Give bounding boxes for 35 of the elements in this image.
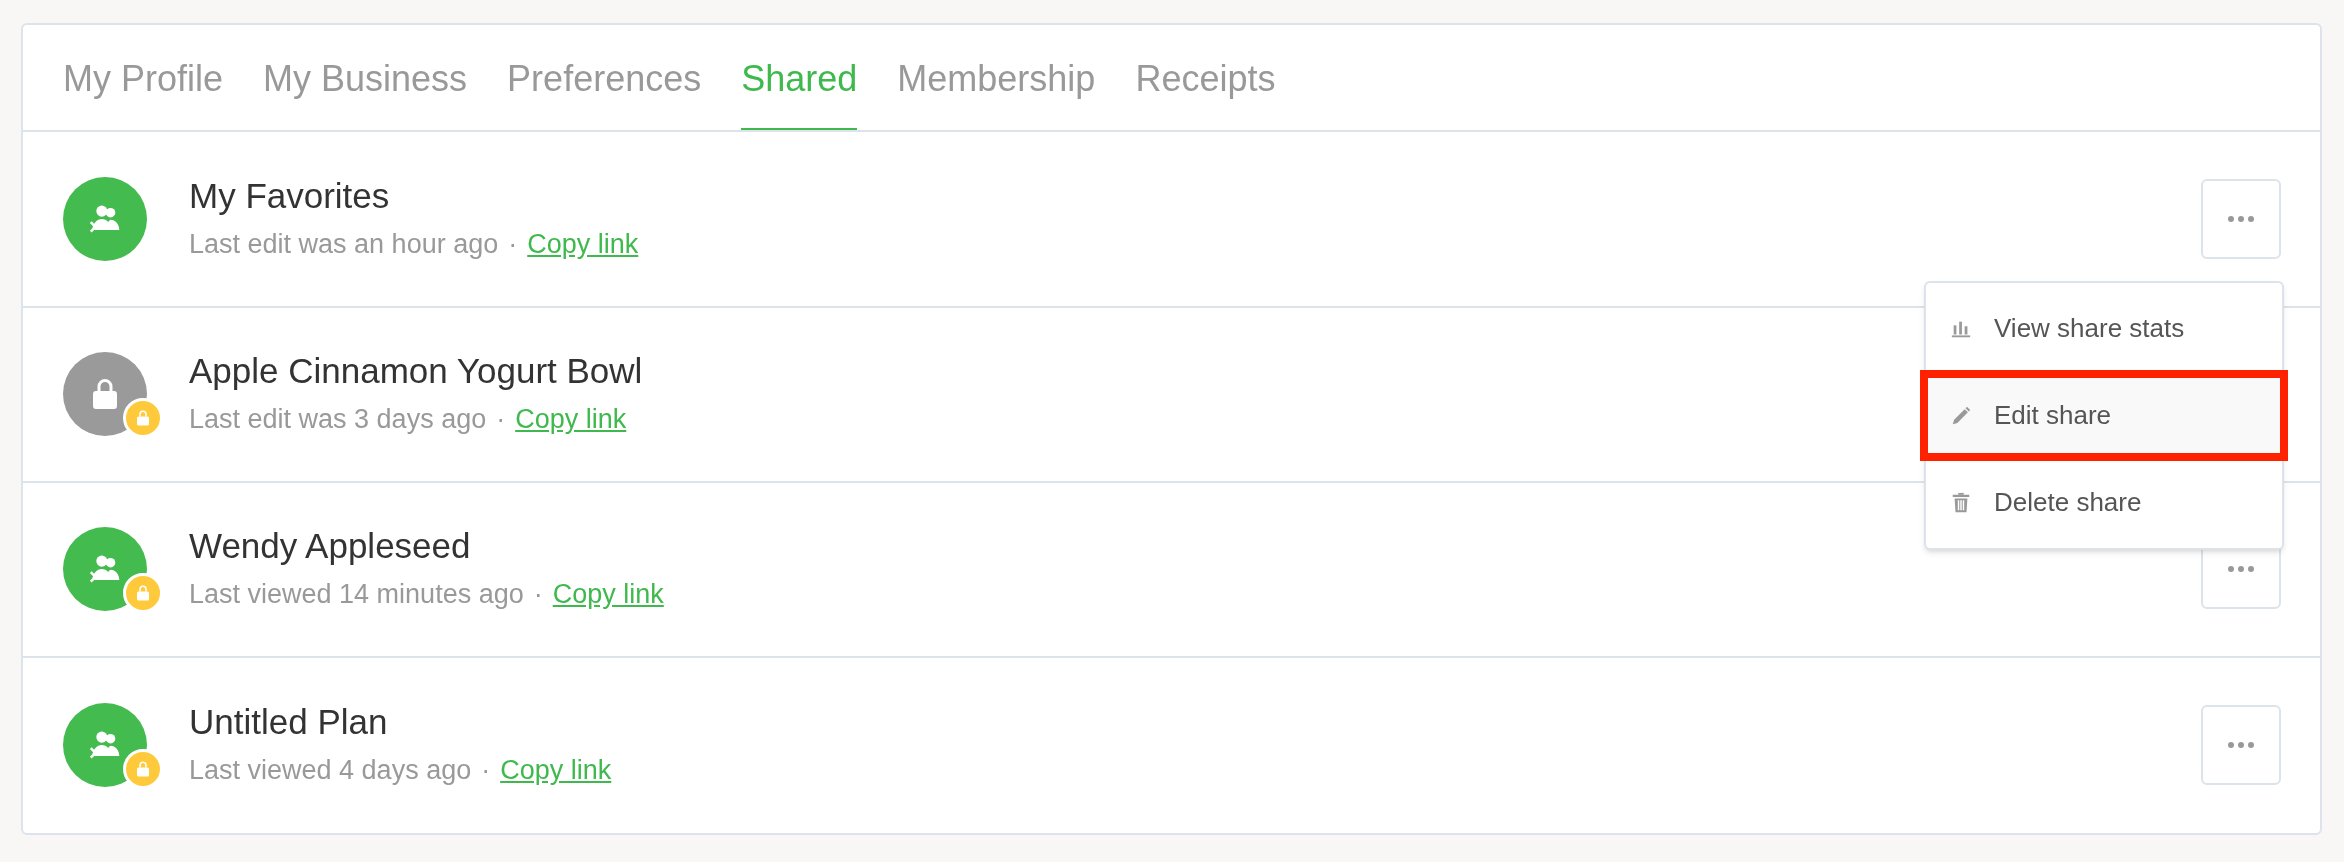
copy-link[interactable]: Copy link <box>500 750 612 791</box>
lock-icon <box>134 409 152 428</box>
share-status: Last viewed 14 minutes ago <box>189 577 524 611</box>
separator: · <box>508 227 518 261</box>
share-title: Apple Cinnamon Yogurt Bowl <box>189 350 643 393</box>
lock-icon <box>134 760 152 779</box>
share-title: Untitled Plan <box>189 701 389 744</box>
more-button[interactable] <box>2201 705 2281 786</box>
more-button[interactable] <box>2201 179 2281 260</box>
copy-link[interactable]: Copy link <box>515 398 627 440</box>
more-icon <box>2227 215 2255 224</box>
share-title: My Favorites <box>189 174 391 217</box>
tab[interactable]: Shared <box>741 25 858 131</box>
more-icon <box>2227 565 2255 574</box>
tab[interactable]: Preferences <box>507 25 702 131</box>
share-status: Last edit was 3 days ago <box>189 402 487 436</box>
tab[interactable]: Receipts <box>1135 25 1276 131</box>
copy-link[interactable]: Copy link <box>527 223 639 265</box>
copy-link[interactable]: Copy link <box>552 573 664 615</box>
tab[interactable]: Membership <box>897 25 1096 131</box>
separator: · <box>533 577 543 611</box>
trash-icon <box>1950 491 1972 514</box>
more-icon <box>2227 741 2255 750</box>
separator: · <box>481 754 491 788</box>
share-title: Wendy Appleseed <box>189 525 472 568</box>
menu-item[interactable]: Delete share <box>1926 459 2282 546</box>
lock-icon <box>134 584 152 603</box>
tab[interactable]: My Business <box>263 25 468 131</box>
pencil-icon <box>1950 404 1972 427</box>
share-status: Last viewed 4 days ago <box>189 754 472 788</box>
menu-item[interactable]: View share stats <box>1926 285 2282 372</box>
menu-item[interactable]: Edit share <box>1922 372 2286 459</box>
share-status: Last edit was an hour ago <box>189 227 499 261</box>
separator: · <box>496 402 506 436</box>
tab[interactable]: My Profile <box>63 25 224 131</box>
